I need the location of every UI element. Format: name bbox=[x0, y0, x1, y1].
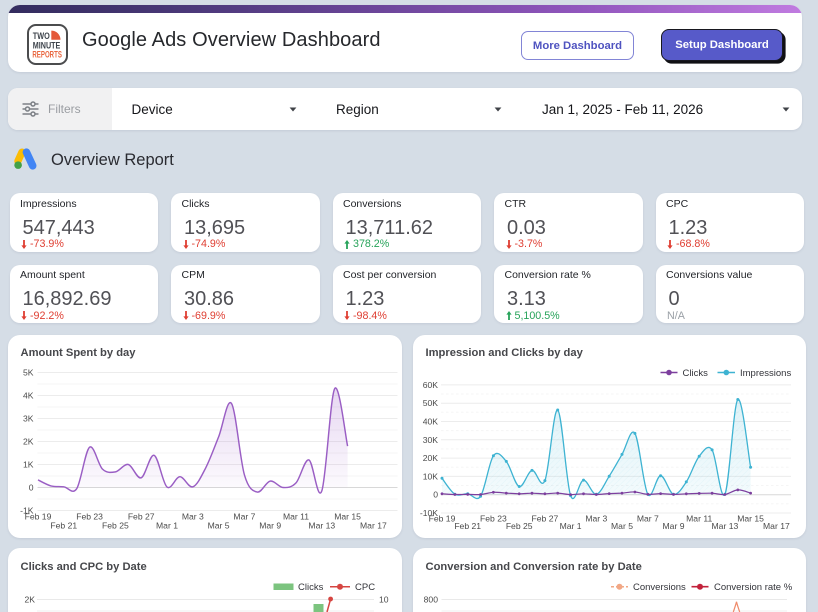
svg-text:Feb 25: Feb 25 bbox=[506, 521, 533, 531]
svg-text:Mar 11: Mar 11 bbox=[686, 514, 712, 524]
svg-text:Mar 17: Mar 17 bbox=[360, 521, 387, 531]
svg-text:40K: 40K bbox=[423, 417, 439, 427]
svg-text:Mar 13: Mar 13 bbox=[308, 521, 335, 531]
svg-text:Feb 19: Feb 19 bbox=[429, 514, 456, 524]
svg-text:Feb 23: Feb 23 bbox=[76, 512, 103, 522]
svg-text:Mar 13: Mar 13 bbox=[712, 521, 739, 531]
svg-text:Conversions: Conversions bbox=[633, 582, 686, 593]
svg-text:2K: 2K bbox=[23, 437, 34, 447]
svg-text:Mar 9: Mar 9 bbox=[663, 521, 685, 531]
svg-text:Mar 15: Mar 15 bbox=[334, 512, 361, 522]
svg-text:Mar 5: Mar 5 bbox=[208, 521, 230, 531]
svg-text:Mar 1: Mar 1 bbox=[156, 521, 178, 531]
svg-text:Mar 7: Mar 7 bbox=[637, 514, 659, 524]
svg-text:Feb 19: Feb 19 bbox=[25, 512, 52, 522]
svg-text:Mar 3: Mar 3 bbox=[585, 514, 607, 524]
svg-text:Feb 25: Feb 25 bbox=[102, 521, 129, 531]
svg-text:Conversion rate %: Conversion rate % bbox=[714, 582, 793, 593]
svg-text:10: 10 bbox=[379, 595, 389, 605]
svg-text:60K: 60K bbox=[423, 380, 439, 390]
svg-text:0: 0 bbox=[433, 490, 438, 500]
svg-text:CPC: CPC bbox=[355, 582, 375, 593]
svg-text:Feb 21: Feb 21 bbox=[454, 521, 481, 531]
svg-text:Mar 11: Mar 11 bbox=[283, 512, 309, 522]
svg-text:Feb 21: Feb 21 bbox=[50, 521, 77, 531]
svg-text:Mar 17: Mar 17 bbox=[763, 521, 790, 531]
svg-text:Mar 9: Mar 9 bbox=[259, 521, 281, 531]
svg-text:10K: 10K bbox=[423, 471, 439, 481]
svg-text:Feb 27: Feb 27 bbox=[128, 512, 155, 522]
svg-text:20K: 20K bbox=[423, 453, 439, 463]
svg-text:0: 0 bbox=[29, 483, 34, 493]
svg-text:Feb 27: Feb 27 bbox=[532, 514, 559, 524]
svg-text:Mar 3: Mar 3 bbox=[182, 512, 204, 522]
svg-text:800: 800 bbox=[424, 595, 439, 605]
svg-text:Mar 7: Mar 7 bbox=[233, 512, 255, 522]
svg-text:1K: 1K bbox=[23, 460, 34, 470]
svg-text:2K: 2K bbox=[24, 595, 35, 605]
svg-text:Mar 5: Mar 5 bbox=[611, 521, 633, 531]
svg-text:Feb 23: Feb 23 bbox=[480, 514, 507, 524]
svg-text:Mar 15: Mar 15 bbox=[737, 514, 764, 524]
svg-text:3K: 3K bbox=[23, 414, 34, 424]
svg-text:Mar 1: Mar 1 bbox=[560, 521, 582, 531]
svg-text:Impressions: Impressions bbox=[740, 368, 791, 379]
svg-text:4K: 4K bbox=[23, 391, 34, 401]
svg-text:5K: 5K bbox=[23, 368, 34, 378]
svg-text:50K: 50K bbox=[423, 398, 439, 408]
svg-text:30K: 30K bbox=[423, 435, 439, 445]
svg-text:REPORTS: REPORTS bbox=[32, 50, 62, 61]
svg-text:Clicks: Clicks bbox=[298, 582, 324, 593]
svg-text:Clicks: Clicks bbox=[683, 368, 709, 379]
